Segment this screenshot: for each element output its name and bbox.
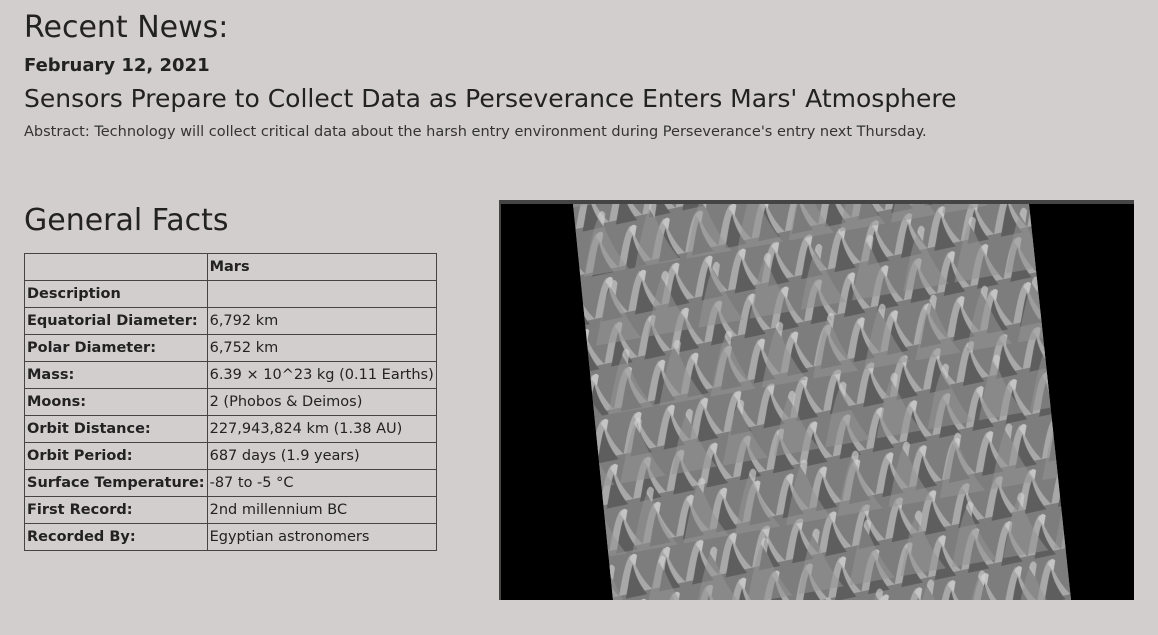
row-label: Recorded By:: [24, 523, 208, 551]
general-facts-section: General Facts Mars Description Equatoria…: [24, 200, 437, 551]
table-row: Moons: 2 (Phobos & Deimos): [24, 388, 437, 416]
recent-news-section: Recent News: February 12, 2021 Sensors P…: [24, 8, 1134, 143]
row-value: -87 to -5 °C: [206, 469, 437, 497]
table-row: Orbit Period: 687 days (1.9 years): [24, 442, 437, 470]
row-label: Orbit Distance:: [24, 415, 208, 443]
row-value: 687 days (1.9 years): [206, 442, 437, 470]
facts-table: Mars Description Equatorial Diameter: 6,…: [24, 253, 437, 551]
row-value: 227,943,824 km (1.38 AU): [206, 415, 437, 443]
news-abstract: Abstract: Technology will collect critic…: [24, 124, 927, 140]
row-value: 2 (Phobos & Deimos): [206, 388, 437, 416]
table-header-mars: Mars: [206, 253, 437, 281]
row-value: 6.39 × 10^23 kg (0.11 Earths): [206, 361, 437, 389]
row-value: [206, 280, 437, 308]
table-header-empty: [24, 253, 208, 281]
table-row: Description: [24, 280, 437, 308]
row-label: Mass:: [24, 361, 208, 389]
news-date: February 12, 2021: [24, 55, 210, 76]
news-title[interactable]: Sensors Prepare to Collect Data as Perse…: [24, 81, 1134, 117]
row-label: Equatorial Diameter:: [24, 307, 208, 335]
table-row: Polar Diameter: 6,752 km: [24, 334, 437, 362]
mars-surface-picture: [501, 204, 1134, 600]
general-facts-heading: General Facts: [24, 203, 229, 238]
table-row: Recorded By: Egyptian astronomers: [24, 523, 437, 551]
row-value: 2nd millennium BC: [206, 496, 437, 524]
row-value: Egyptian astronomers: [206, 523, 437, 551]
row-value: 6,792 km: [206, 307, 437, 335]
row-label: Orbit Period:: [24, 442, 208, 470]
page: Recent News: February 12, 2021 Sensors P…: [0, 0, 1158, 635]
table-row: Surface Temperature: -87 to -5 °C: [24, 469, 437, 497]
row-label: Moons:: [24, 388, 208, 416]
table-row: Equatorial Diameter: 6,792 km: [24, 307, 437, 335]
mars-dunes-image[interactable]: [499, 200, 1134, 600]
row-label: Description: [24, 280, 208, 308]
table-row: Orbit Distance: 227,943,824 km (1.38 AU): [24, 415, 437, 443]
recent-news-heading: Recent News:: [24, 10, 229, 45]
table-row: First Record: 2nd millennium BC: [24, 496, 437, 524]
row-value: 6,752 km: [206, 334, 437, 362]
table-header-row: Mars: [24, 253, 437, 281]
row-label: First Record:: [24, 496, 208, 524]
row-label: Polar Diameter:: [24, 334, 208, 362]
row-label: Surface Temperature:: [24, 469, 208, 497]
table-row: Mass: 6.39 × 10^23 kg (0.11 Earths): [24, 361, 437, 389]
